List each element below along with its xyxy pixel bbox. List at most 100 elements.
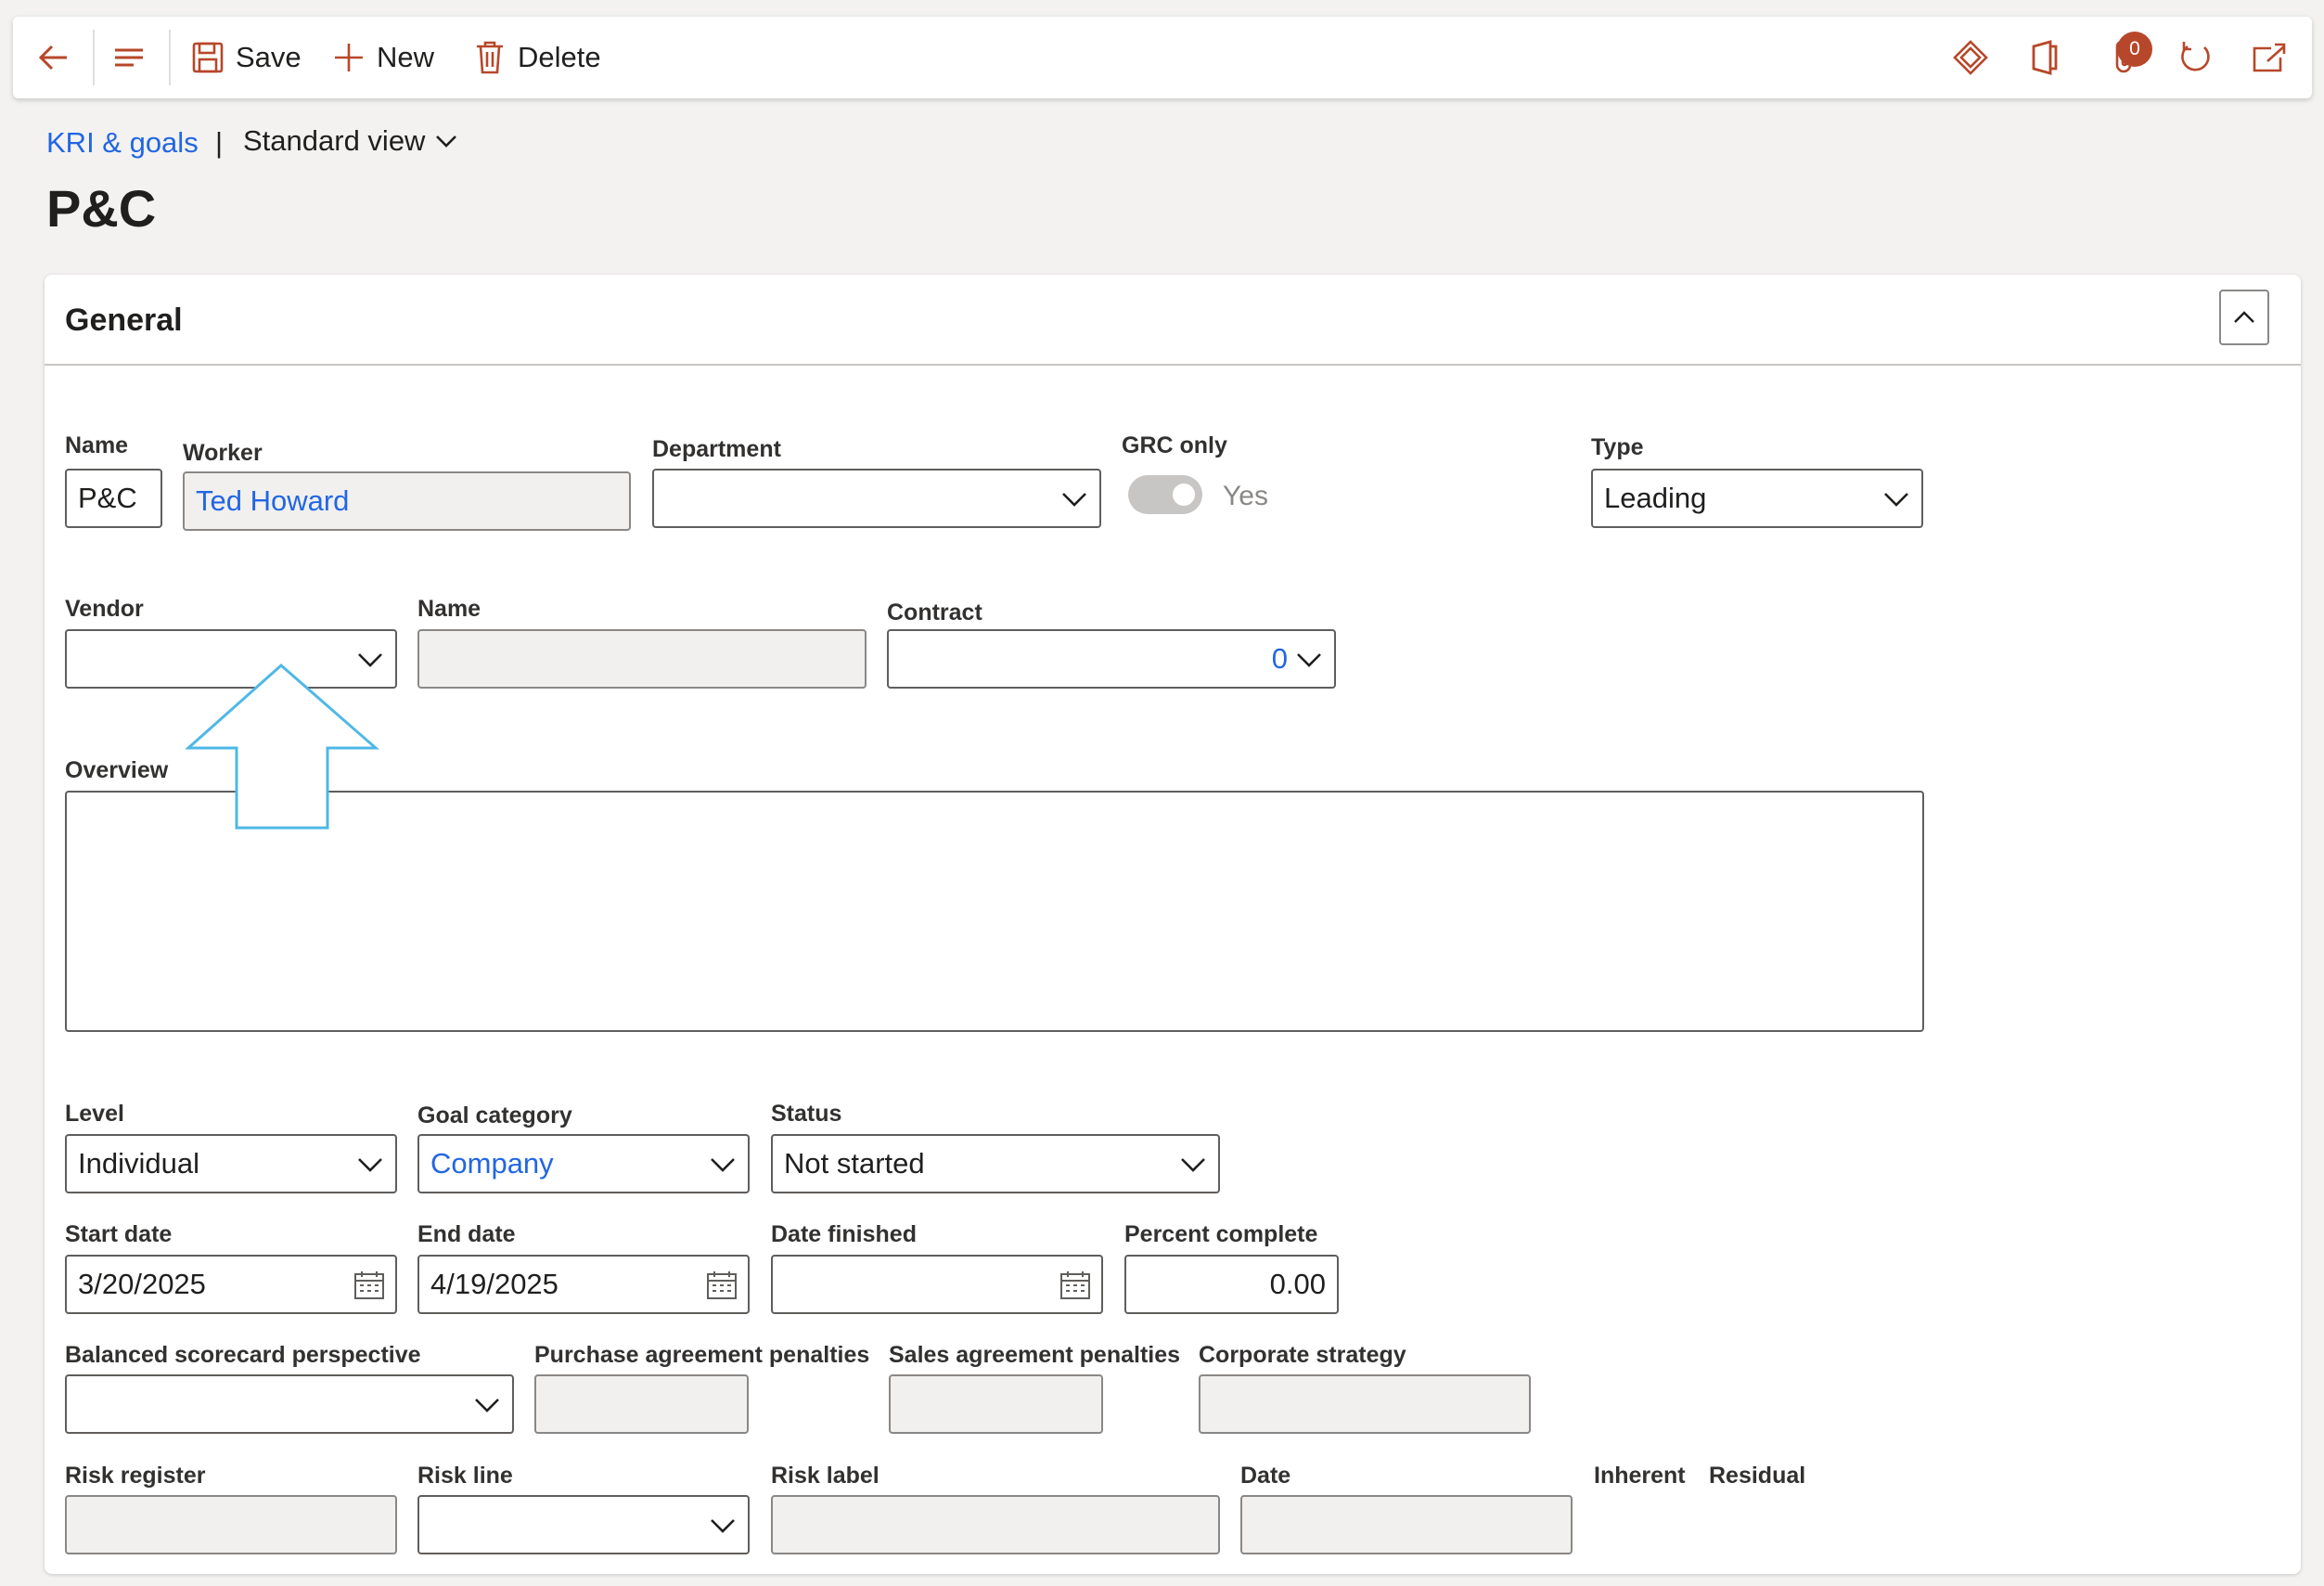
- grc-only-value: Yes: [1223, 481, 1268, 511]
- name-field[interactable]: P&C: [65, 469, 162, 528]
- refresh-button[interactable]: [2176, 17, 2214, 98]
- start-date-field[interactable]: 3/20/2025: [65, 1255, 397, 1314]
- back-button[interactable]: [35, 17, 72, 98]
- chevron-down-icon: [1181, 1158, 1205, 1172]
- percent-complete-value: 0.00: [1269, 1268, 1326, 1300]
- name-label: Name: [65, 432, 129, 458]
- goal-category-label: Goal category: [417, 1102, 572, 1128]
- worker-value[interactable]: Ted Howard: [185, 484, 349, 518]
- overview-label: Overview: [65, 757, 169, 783]
- risk-label-field: [771, 1495, 1220, 1554]
- back-arrow-icon: [38, 45, 67, 71]
- date-field: [1240, 1495, 1573, 1554]
- corporate-strategy-label: Corporate strategy: [1199, 1342, 1406, 1368]
- office-button[interactable]: [2028, 17, 2061, 98]
- diamond-icon: [1953, 40, 1988, 75]
- chevron-down-icon: [358, 1158, 382, 1172]
- department-dropdown[interactable]: [652, 469, 1101, 528]
- save-label: Save: [236, 41, 302, 73]
- plus-icon: [335, 44, 363, 71]
- risk-register-label: Risk register: [65, 1463, 206, 1489]
- open-in-new-window-button[interactable]: [2251, 17, 2288, 98]
- section-title: General: [65, 303, 183, 338]
- grc-only-label: GRC only: [1122, 432, 1227, 458]
- office-icon: [2032, 40, 2058, 75]
- purchase-penalties-label: Purchase agreement penalties: [534, 1342, 870, 1368]
- percent-complete-field[interactable]: 0.00: [1124, 1255, 1339, 1314]
- type-dropdown[interactable]: Leading: [1591, 469, 1923, 528]
- risk-label-label: Risk label: [771, 1463, 880, 1489]
- calendar-icon[interactable]: [1059, 1270, 1092, 1301]
- save-icon: [192, 42, 224, 73]
- goal-category-value[interactable]: Company: [419, 1147, 554, 1180]
- type-label: Type: [1591, 434, 1644, 460]
- percent-complete-label: Percent complete: [1124, 1221, 1318, 1247]
- trash-icon: [477, 41, 503, 74]
- purchase-penalties-field: [534, 1374, 749, 1434]
- goal-category-dropdown[interactable]: Company: [417, 1134, 750, 1193]
- status-label: Status: [771, 1101, 842, 1127]
- new-label: New: [377, 41, 435, 73]
- type-value: Leading: [1604, 482, 1707, 514]
- breadcrumb-separator: |: [215, 126, 224, 159]
- inherent-label: Inherent: [1594, 1463, 1686, 1489]
- worker-label: Worker: [183, 440, 263, 466]
- view-selector-label: Standard view: [243, 124, 426, 157]
- status-dropdown[interactable]: Not started: [771, 1134, 1220, 1193]
- delete-label: Delete: [518, 41, 601, 73]
- save-button[interactable]: Save: [191, 17, 302, 98]
- action-bar: Save New Delete 0: [13, 17, 2312, 98]
- level-value: Individual: [78, 1147, 199, 1180]
- date-label: Date: [1240, 1463, 1291, 1489]
- chevron-down-icon: [436, 135, 457, 148]
- balanced-scorecard-label: Balanced scorecard perspective: [65, 1342, 421, 1368]
- balanced-scorecard-dropdown[interactable]: [65, 1374, 514, 1434]
- end-date-value: 4/19/2025: [430, 1268, 559, 1300]
- date-finished-label: Date finished: [771, 1221, 917, 1247]
- chevron-down-icon: [1062, 493, 1086, 507]
- sales-penalties-field: [889, 1374, 1103, 1434]
- end-date-label: End date: [417, 1221, 516, 1247]
- annotation-up-arrow: [186, 664, 380, 830]
- collapse-button[interactable]: [2219, 290, 2269, 345]
- contract-label: Contract: [887, 600, 982, 625]
- power-apps-button[interactable]: [1952, 17, 1989, 98]
- calendar-icon[interactable]: [705, 1270, 738, 1301]
- risk-line-label: Risk line: [417, 1463, 513, 1489]
- sales-penalties-label: Sales agreement penalties: [889, 1342, 1181, 1368]
- contract-dropdown[interactable]: 0: [887, 629, 1336, 689]
- chevron-down-icon: [711, 1519, 735, 1533]
- chevron-down-icon: [475, 1399, 499, 1412]
- risk-line-dropdown[interactable]: [417, 1495, 750, 1554]
- date-finished-field[interactable]: [771, 1255, 1103, 1314]
- panel-divider: [45, 364, 2301, 366]
- attachments-count-badge: 0: [2117, 32, 2152, 67]
- toolbar-separator: [93, 30, 95, 85]
- breadcrumb-link[interactable]: KRI & goals: [46, 126, 199, 160]
- end-date-field[interactable]: 4/19/2025: [417, 1255, 750, 1314]
- corporate-strategy-field: [1199, 1374, 1531, 1434]
- risk-register-field: [65, 1495, 397, 1554]
- status-value: Not started: [784, 1147, 925, 1180]
- level-dropdown[interactable]: Individual: [65, 1134, 397, 1193]
- delete-button[interactable]: Delete: [473, 17, 601, 98]
- name-value: P&C: [78, 482, 137, 514]
- residual-label: Residual: [1709, 1463, 1806, 1489]
- chevron-up-icon: [2234, 311, 2254, 323]
- toolbar-separator: [169, 30, 171, 85]
- chevron-down-icon: [711, 1158, 735, 1172]
- start-date-value: 3/20/2025: [78, 1268, 206, 1300]
- view-selector[interactable]: Standard view: [243, 124, 460, 158]
- toggle-knob: [1173, 484, 1195, 506]
- vendor-name-field: [417, 629, 867, 689]
- grc-only-toggle[interactable]: [1128, 475, 1202, 514]
- start-date-label: Start date: [65, 1221, 173, 1247]
- worker-field[interactable]: Ted Howard: [183, 471, 631, 531]
- new-button[interactable]: New: [332, 17, 434, 98]
- menu-button[interactable]: [111, 17, 148, 98]
- chevron-down-icon: [1297, 653, 1321, 667]
- vendor-label: Vendor: [65, 596, 144, 622]
- page-title: P&C: [46, 179, 157, 238]
- calendar-icon[interactable]: [353, 1270, 386, 1301]
- refresh-icon: [2181, 42, 2210, 71]
